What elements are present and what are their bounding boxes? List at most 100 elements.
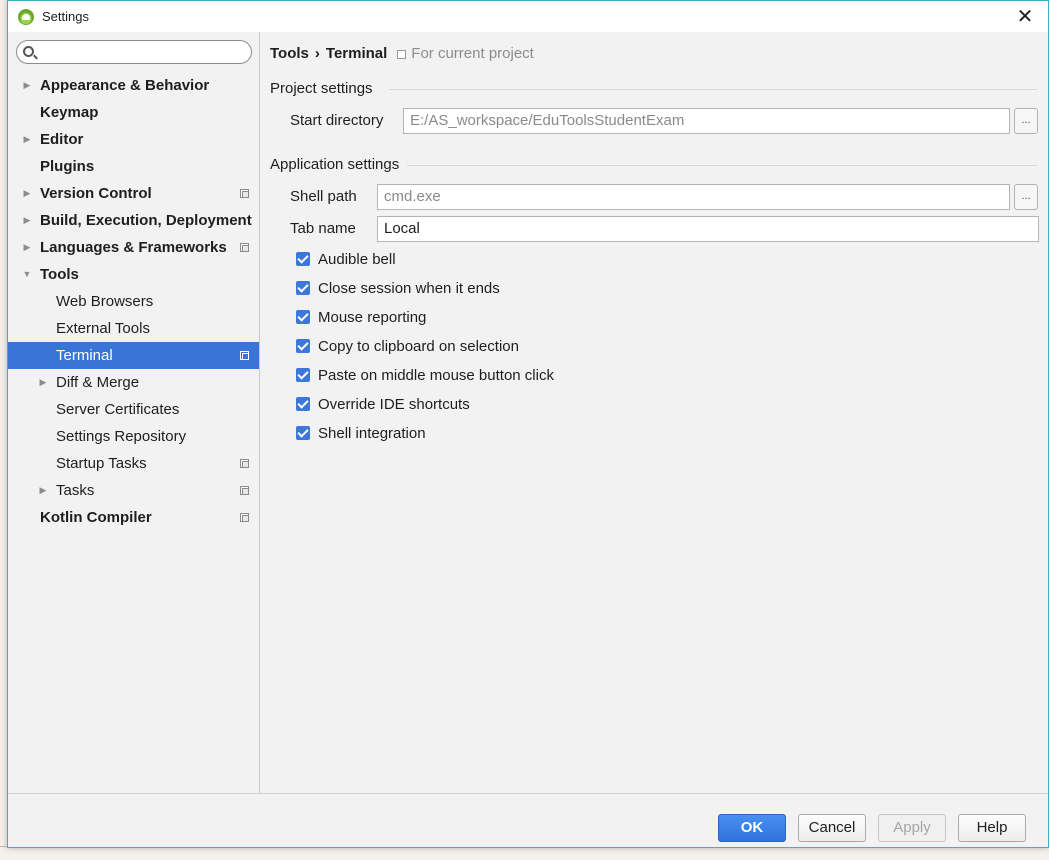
chevron-right-icon[interactable]: ▶ [21,126,33,153]
terminal-settings-panel: Tools › Terminal For current project Pro… [261,32,1048,793]
sidebar-item-appearance-behavior[interactable]: ▶ Appearance & Behavior [8,72,259,99]
scope-note: For current project [397,44,534,64]
checkbox-label: Paste on middle mouse button click [318,366,554,384]
project-scope-icon [240,486,249,495]
title-bar: Settings ✕ [8,1,1048,32]
project-scope-icon [240,513,249,522]
checkbox-checked-icon[interactable] [296,339,310,353]
checkbox-checked-icon[interactable] [296,252,310,266]
chevron-right-icon[interactable]: ▶ [21,180,33,207]
checkbox-close-session-when-it-ends[interactable]: Close session when it ends [296,278,500,298]
checkbox-label: Audible bell [318,250,396,268]
ok-button[interactable]: OK [718,814,786,842]
help-button[interactable]: Help [958,814,1026,842]
settings-sidebar: ▶ Appearance & Behavior Keymap ▶ Editor Plugi… [8,32,260,793]
checkbox-mouse-reporting[interactable]: Mouse reporting [296,307,426,327]
checkbox-shell-integration[interactable]: Shell integration [296,423,426,443]
sidebar-item-terminal[interactable]: Terminal [8,342,259,369]
chevron-right-icon[interactable]: ▶ [21,72,33,99]
breadcrumb-parent[interactable]: Tools [270,44,309,64]
start-directory-label: Start directory [290,112,384,129]
application-settings-divider [407,165,1037,166]
sidebar-item-web-browsers[interactable]: Web Browsers [8,288,259,315]
project-scope-icon [240,189,249,198]
checkbox-checked-icon[interactable] [296,281,310,295]
cancel-button[interactable]: Cancel [798,814,866,842]
breadcrumb-current: Terminal [325,45,388,62]
sidebar-item-label: Startup Tasks [56,455,147,472]
start-directory-browse-button[interactable]: ... [1014,108,1038,134]
apply-button[interactable]: Apply [878,814,946,842]
checkbox-label: Shell integration [318,424,426,442]
sidebar-item-tools[interactable]: ▼ Tools [8,261,259,288]
checkbox-copy-to-clipboard-on-selection[interactable]: Copy to clipboard on selection [296,336,519,356]
sidebar-item-label: Editor [40,131,84,148]
project-settings-divider [389,89,1037,90]
sidebar-item-label: Server Certificates [56,401,180,418]
shell-path-label: Shell path [290,188,357,205]
checkbox-override-ide-shortcuts[interactable]: Override IDE shortcuts [296,394,470,414]
sidebar-item-label: Diff & Merge [56,374,140,391]
chevron-right-icon[interactable]: ▶ [37,477,49,504]
sidebar-item-label: Tasks [56,482,95,499]
checkbox-audible-bell[interactable]: Audible bell [296,249,396,269]
tab-name-field[interactable]: Local [377,216,1039,242]
shell-path-field[interactable]: cmd.exe [377,184,1010,210]
chevron-right-icon[interactable]: ▶ [21,207,33,234]
settings-tree: ▶ Appearance & Behavior Keymap ▶ Editor Plugi… [8,72,259,531]
checkbox-label: Close session when it ends [318,279,500,297]
checkbox-label: Override IDE shortcuts [318,395,470,413]
start-directory-field[interactable]: E:/AS_workspace/EduToolsStudentExam [403,108,1010,134]
sidebar-item-label: Keymap [40,104,99,121]
settings-dialog: Settings ✕ ▶ Appearance & Behavior Keymap ▶… [7,0,1049,848]
sidebar-item-version-control[interactable]: ▶ Version Control [8,180,259,207]
search-box[interactable] [16,40,252,64]
search-icon [23,46,34,57]
window-title: Settings [42,9,89,24]
checkbox-paste-on-middle-mouse-button-click[interactable]: Paste on middle mouse button click [296,365,554,385]
checkbox-checked-icon[interactable] [296,368,310,382]
sidebar-item-keymap[interactable]: Keymap [8,99,259,126]
sidebar-item-external-tools[interactable]: External Tools [8,315,259,342]
shell-path-browse-button[interactable]: ... [1014,184,1038,210]
project-scope-icon [240,351,249,360]
project-scope-icon [397,49,407,59]
chevron-right-icon[interactable]: ▶ [37,369,49,396]
android-studio-icon [18,8,34,25]
sidebar-item-label: Languages & Frameworks [40,239,227,256]
sidebar-item-settings-repository[interactable]: Settings Repository [8,423,259,450]
checkbox-checked-icon[interactable] [296,397,310,411]
checkbox-checked-icon[interactable] [296,310,310,324]
checkbox-checked-icon[interactable] [296,426,310,440]
sidebar-item-startup-tasks[interactable]: Startup Tasks [8,450,259,477]
sidebar-item-label: Terminal [56,347,113,364]
sidebar-item-diff-merge[interactable]: ▶ Diff & Merge [8,369,259,396]
sidebar-item-server-certificates[interactable]: Server Certificates [8,396,259,423]
project-settings-header: Project settings [270,80,373,98]
sidebar-item-label: Version Control [40,185,152,202]
chevron-right-icon[interactable]: ▶ [21,234,33,261]
sidebar-item-tasks[interactable]: ▶ Tasks [8,477,259,504]
close-icon[interactable]: ✕ [1002,1,1048,32]
sidebar-item-label: Settings Repository [56,428,187,445]
sidebar-item-plugins[interactable]: Plugins [8,153,259,180]
search-input[interactable] [39,43,245,61]
checkbox-label: Copy to clipboard on selection [318,337,519,355]
sidebar-item-build-execution-deployment[interactable]: ▶ Build, Execution, Deployment [8,207,259,234]
background-ide-statusbar [0,846,1049,860]
sidebar-item-editor[interactable]: ▶ Editor [8,126,259,153]
application-settings-header: Application settings [270,156,399,174]
chevron-down-icon[interactable]: ▼ [21,261,33,288]
sidebar-item-languages-frameworks[interactable]: ▶ Languages & Frameworks [8,234,259,261]
project-scope-icon [240,243,249,252]
dialog-footer: OK Cancel Apply Help [8,793,1048,847]
project-settings-title: Project settings [270,80,373,97]
sidebar-item-label: Web Browsers [56,293,154,310]
sidebar-item-kotlin-compiler[interactable]: Kotlin Compiler [8,504,259,531]
scope-note-text: For current project [411,45,534,62]
sidebar-item-label: Tools [40,266,79,283]
breadcrumb: Tools › Terminal For current project [270,44,534,64]
breadcrumb-separator: › [314,45,320,62]
checkbox-label: Mouse reporting [318,308,427,326]
application-settings-title: Application settings [270,156,400,173]
